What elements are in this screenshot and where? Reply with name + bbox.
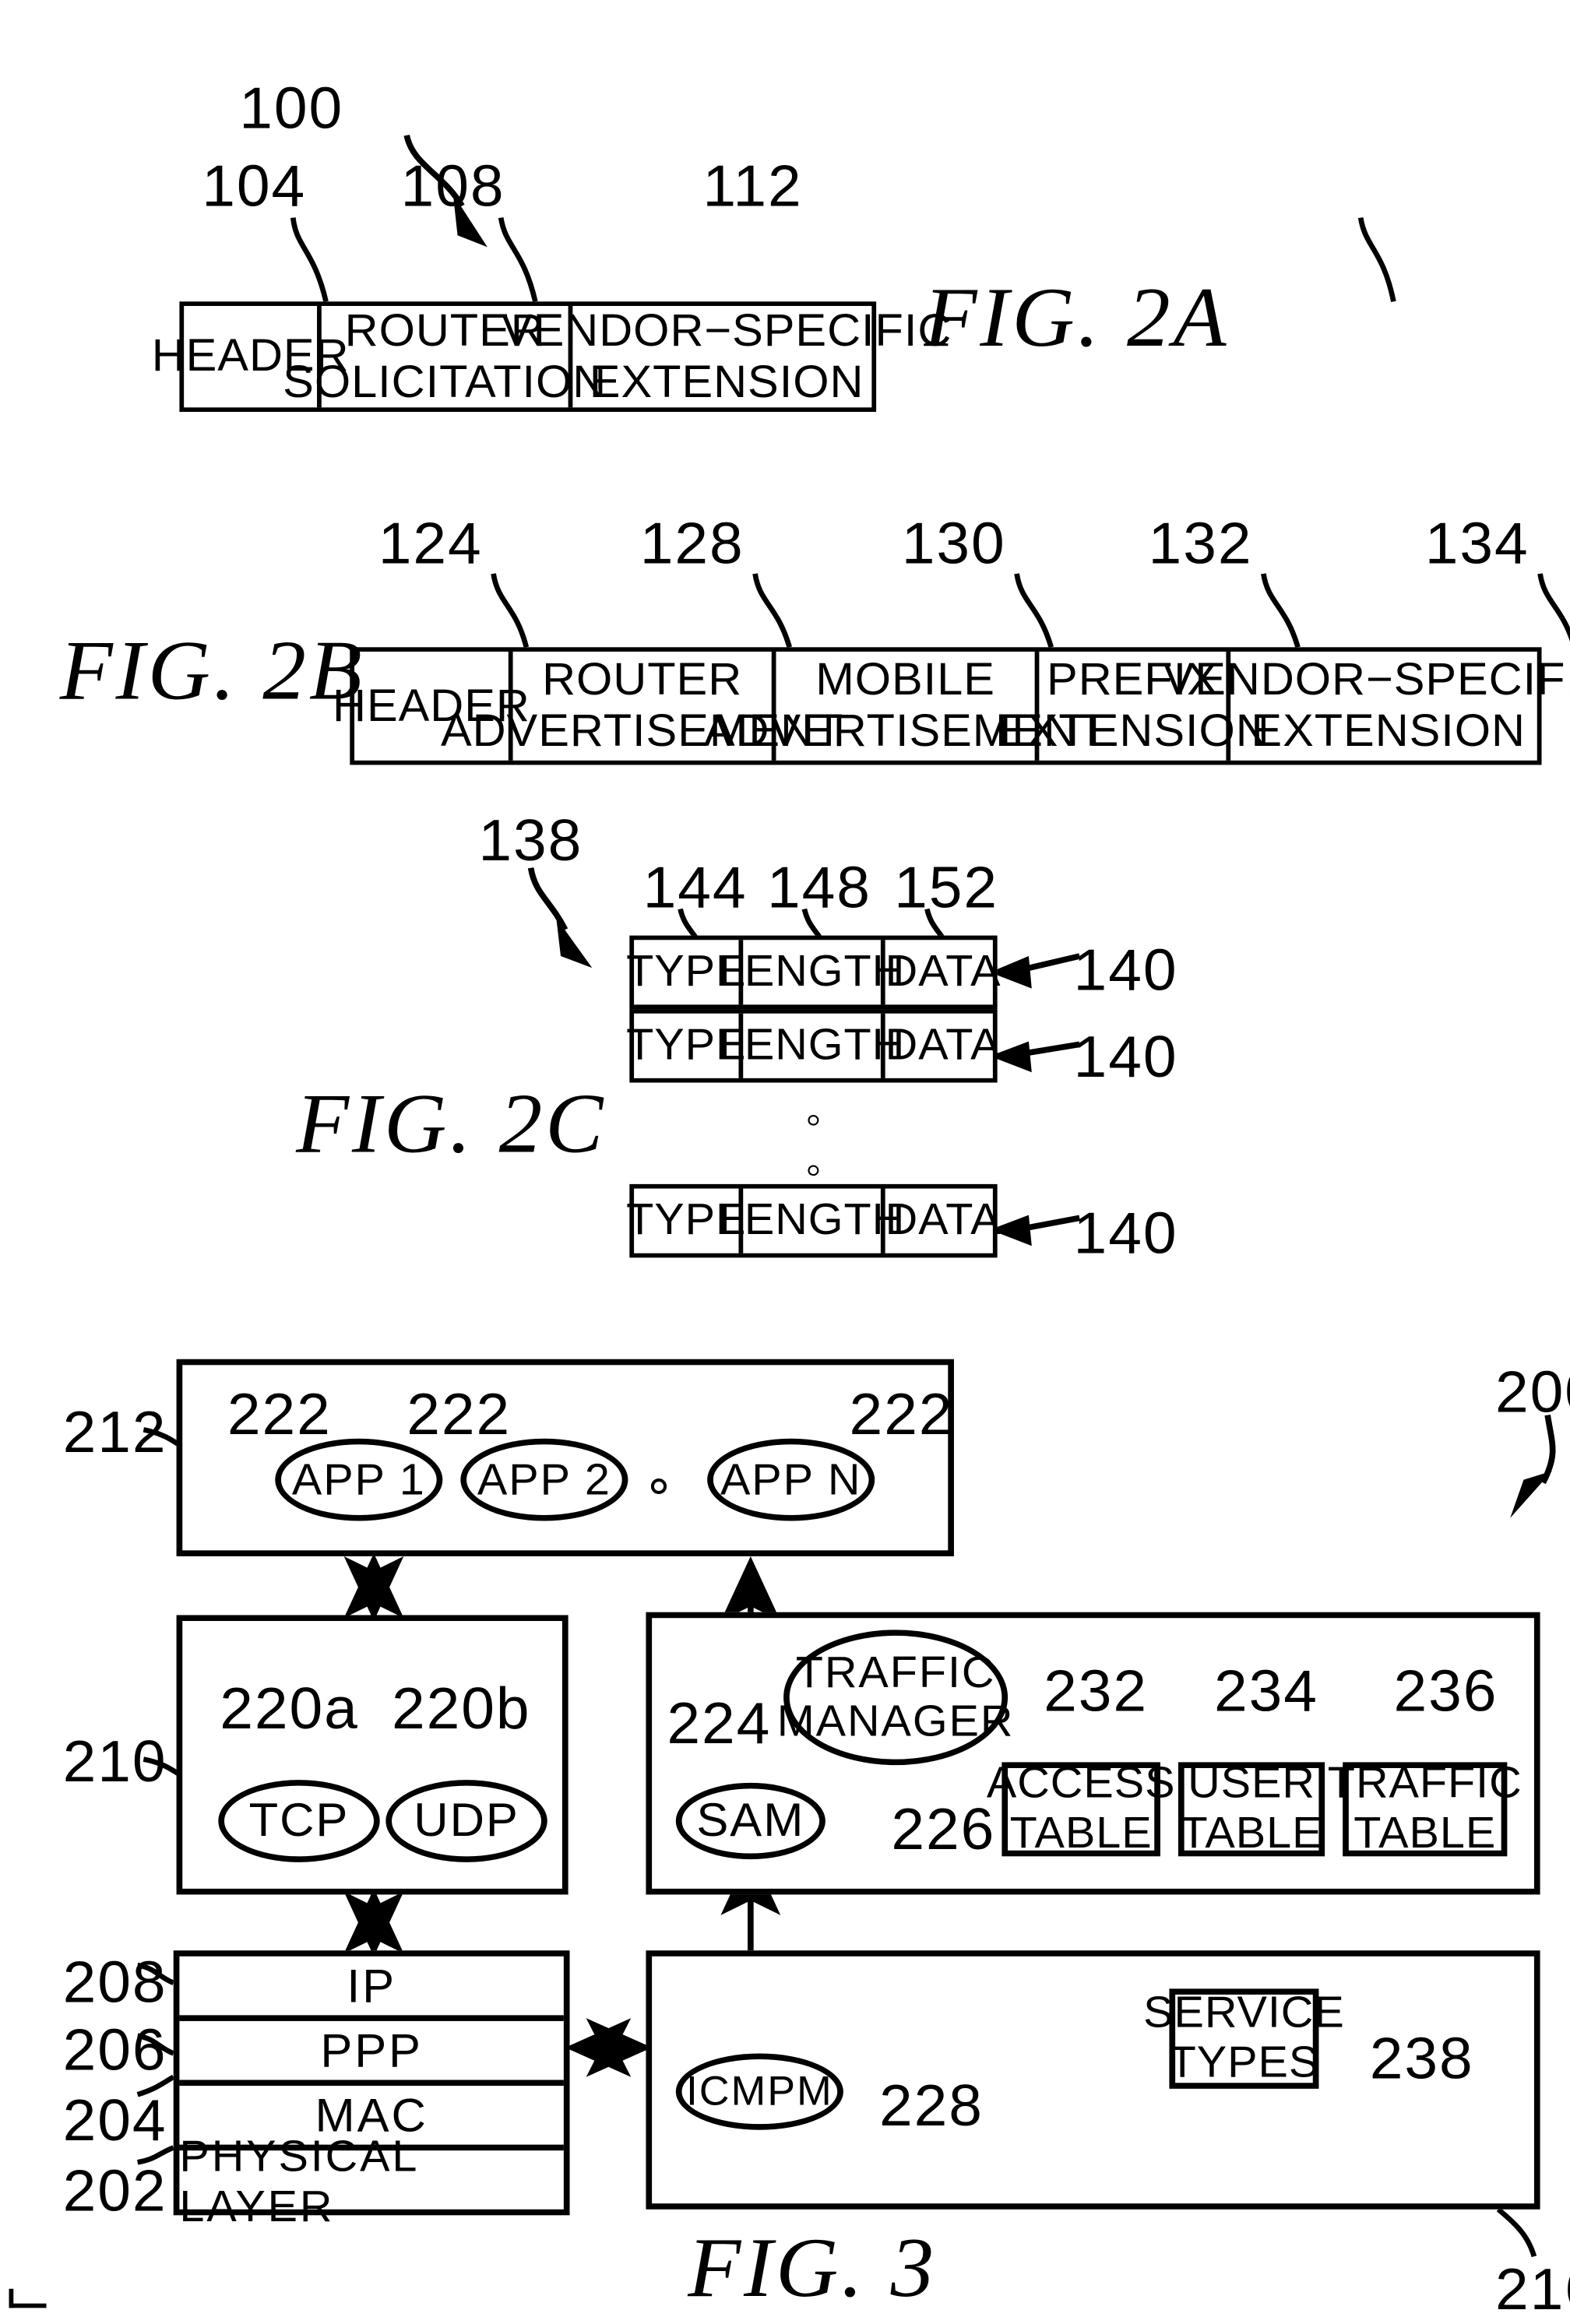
fig3-layer-ppp: PPP xyxy=(179,2021,564,2087)
fig3-sam-ref: 224 xyxy=(667,1691,772,1756)
fig3-user-table: USER TABLE xyxy=(1178,1760,1325,1858)
fig2a-cell-vendor-specific-extension: VENDOR−SPECIFIC EXTENSION xyxy=(502,304,951,407)
fig2c-callout-144: 144 xyxy=(642,856,748,921)
fig2c-cell-data: DATA xyxy=(885,1021,1001,1070)
fig2a-callout-108: 108 xyxy=(400,154,505,220)
fig3-service-types-line1: SERVICE xyxy=(1143,1989,1345,2038)
fig3-traffic-manager-line2: MANAGER xyxy=(776,1697,1015,1746)
patent-drawing-sheet: 100 104 108 112 HEADER ROUTER SOLICITATI… xyxy=(0,0,1570,2322)
fig3-user-table-line2: TABLE xyxy=(1180,1809,1323,1858)
fig2c-cell-length: LENGTH xyxy=(719,940,904,1005)
fig3-user-table-line1: USER xyxy=(1188,1760,1315,1809)
sheet-corner-tick xyxy=(9,2288,47,2308)
fig3-assembly-ref: 200 xyxy=(1495,1360,1570,1426)
fig2c-tlv-row: TYPE LENGTH DATA xyxy=(626,935,1001,1010)
fig3-tcp-ref: 220a xyxy=(220,1676,359,1742)
fig3-traffic-table: TRAFFIC TABLE xyxy=(1328,1760,1522,1858)
fig3-udp-node: UDP xyxy=(385,1780,547,1862)
fig2c-cell-length: LENGTH xyxy=(719,1188,904,1253)
fig3-user-table-ref: 234 xyxy=(1214,1659,1318,1725)
fig3-icmpm-ref: 228 xyxy=(878,2073,984,2139)
fig2c-cell-length: LENGTH xyxy=(719,1013,904,1078)
fig3-app-ref-n: 222 xyxy=(849,1382,954,1448)
fig2a-label: FIG. 2A xyxy=(924,269,1230,365)
fig2b-cell-vendor-specific-extension: VENDOR−SPECIFIC EXTENSION xyxy=(1163,652,1570,761)
fig3-ppp-ref: 206 xyxy=(62,2018,167,2083)
fig3-access-table-line1: ACCESS xyxy=(986,1760,1176,1809)
fig3-traffic-manager-node: TRAFFIC MANAGER xyxy=(777,1630,1013,1766)
fig2b-cell-vendor-specific-extension-line1: VENDOR−SPECIFIC xyxy=(1163,653,1570,705)
fig2b-cell-vendor-specific-extension-line2: EXTENSION xyxy=(1251,704,1526,757)
fig3-traffic-manager-line1: TRAFFIC xyxy=(795,1648,996,1698)
fig2b-cell-mobile-advertisement-line1: MOBILE xyxy=(815,653,995,705)
fig3-traffic-table-line1: TRAFFIC xyxy=(1327,1760,1522,1809)
fig2a-cell-vendor-specific-extension-line2: EXTENSION xyxy=(589,355,864,407)
fig2b-callout-128: 128 xyxy=(639,512,745,577)
fig2a-cell-vendor-specific-extension-line1: VENDOR−SPECIFIC xyxy=(501,304,952,356)
fig3-app-n-node: APP N xyxy=(707,1438,875,1521)
fig2b-callout-132: 132 xyxy=(1148,512,1253,577)
fig3-layer-ip: IP xyxy=(179,1957,564,2021)
fig3-service-types-ref: 238 xyxy=(1369,2027,1474,2092)
fig2c-row-ref-3: 140 xyxy=(1073,1201,1178,1267)
fig2b-callout-134: 134 xyxy=(1424,512,1530,577)
fig3-physical-layer-ref: 202 xyxy=(62,2159,167,2224)
fig3-app-2-node: APP 2 xyxy=(460,1438,628,1521)
fig3-udp-ref: 220b xyxy=(392,1676,531,1742)
fig2b-cell-prefix-extension-line2: EXTENSION xyxy=(995,704,1270,757)
fig3-protocol-stack: IP PPP MAC PHYSICAL LAYER xyxy=(173,1950,570,2232)
fig2c-row-ref-1: 140 xyxy=(1073,938,1178,1004)
fig3-icmpm-node: ICMPM xyxy=(675,2053,843,2130)
fig3-app-layer-ref: 212 xyxy=(62,1400,167,1465)
fig3-icmp-block-ref: 216 xyxy=(1495,2258,1570,2323)
fig3-app-1-node: APP 1 xyxy=(275,1438,443,1521)
fig3-traffic-manager-ref: 226 xyxy=(891,1797,996,1862)
fig2a-packet-strip: HEADER ROUTER SOLICITATION VENDOR−SPECIF… xyxy=(152,301,951,413)
fig3-transport-layer-ref: 210 xyxy=(62,1729,167,1795)
fig2c-row-ref-2: 140 xyxy=(1073,1025,1178,1090)
fig2c-tlv-row: TYPE LENGTH DATA xyxy=(626,1183,1001,1258)
fig2c-cell-data: DATA xyxy=(885,1196,1001,1245)
fig3-app-ref-1: 222 xyxy=(227,1382,332,1448)
fig2c-callout-148: 148 xyxy=(766,856,871,921)
fig2c-tlv-row: TYPE LENGTH DATA xyxy=(626,1009,1001,1083)
fig3-access-table-ref: 232 xyxy=(1044,1659,1149,1725)
fig2b-callout-130: 130 xyxy=(901,512,1006,577)
fig3-mac-ref: 204 xyxy=(62,2088,167,2153)
fig2c-cell-data: DATA xyxy=(885,947,1001,997)
fig3-service-types-box: SERVICE TYPES xyxy=(1143,1988,1344,2089)
fig3-app-ref-2: 222 xyxy=(407,1382,512,1448)
fig2c-label: FIG. 2C xyxy=(296,1075,607,1171)
fig2b-packet-strip: HEADER ROUTER ADVERTISEMENT MOBILE ADVER… xyxy=(333,647,1570,765)
fig3-label: FIG. 3 xyxy=(688,2219,938,2315)
fig2c-callout-152: 152 xyxy=(894,856,999,921)
fig2b-label: FIG. 2B xyxy=(59,622,365,718)
fig3-ip-ref: 208 xyxy=(62,1950,167,2016)
fig3-service-types-line2: TYPES xyxy=(1168,2038,1320,2087)
fig2c-assembly-ref: 138 xyxy=(478,809,583,874)
fig3-layer-physical: PHYSICAL LAYER xyxy=(179,2132,418,2232)
fig2b-cell-router-advertisement-line1: ROUTER xyxy=(542,653,743,705)
fig2a-assembly-ref: 100 xyxy=(239,76,344,142)
fig2a-cell-router-solicitation-line2: SOLICITATION xyxy=(283,355,607,407)
fig3-sam-node: SAM xyxy=(675,1782,825,1860)
fig3-traffic-table-line2: TABLE xyxy=(1354,1809,1497,1858)
fig3-access-table: ACCESS TABLE xyxy=(987,1760,1175,1858)
fig3-tcp-node: TCP xyxy=(218,1780,380,1862)
fig3-access-table-line2: TABLE xyxy=(1009,1809,1153,1858)
fig2a-callout-112: 112 xyxy=(702,154,803,220)
fig3-traffic-table-ref: 236 xyxy=(1393,1659,1498,1725)
fig2b-callout-124: 124 xyxy=(378,512,483,577)
fig2a-callout-104: 104 xyxy=(202,154,307,220)
